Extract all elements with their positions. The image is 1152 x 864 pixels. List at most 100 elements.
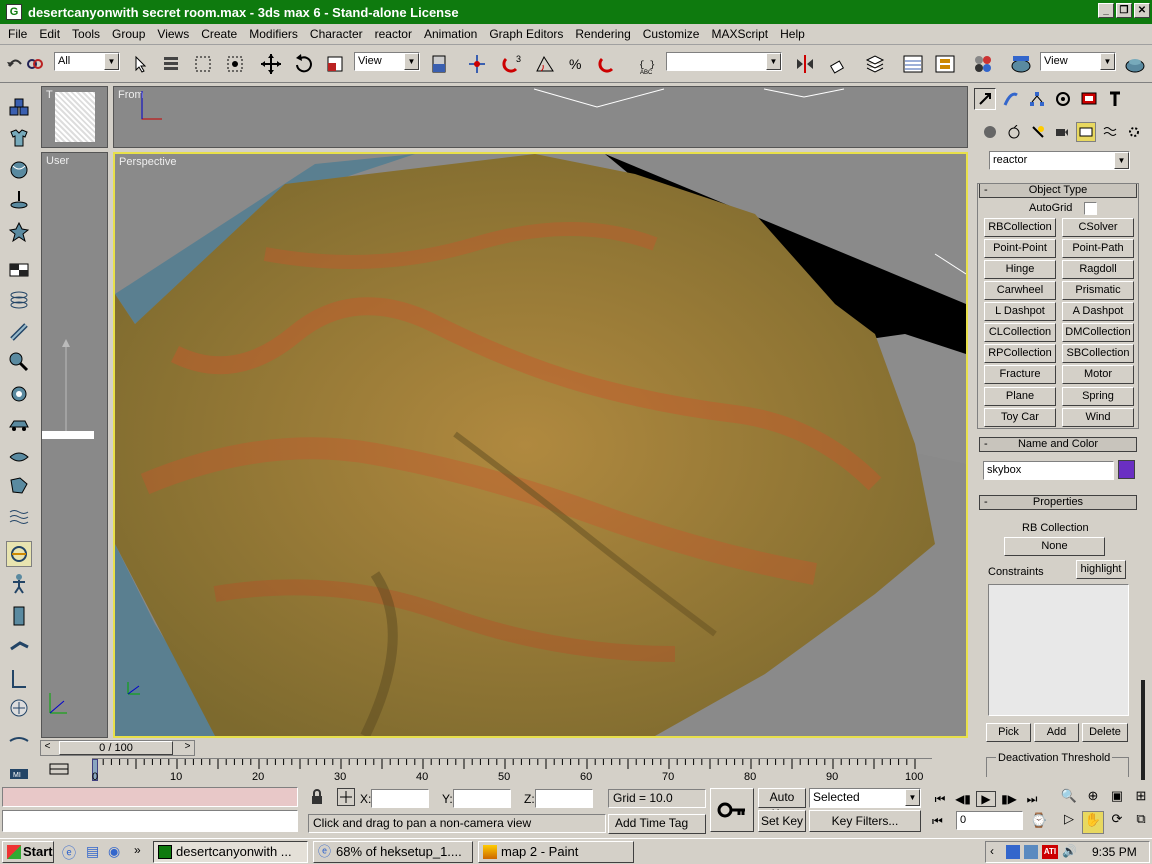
track-bar-toggle-icon[interactable] — [48, 760, 74, 780]
motor-icon[interactable] — [6, 349, 32, 375]
minimize-button[interactable]: _ — [1098, 3, 1114, 18]
analyze-world-icon[interactable] — [6, 727, 32, 753]
y-coord-field[interactable] — [453, 789, 511, 808]
time-config-icon[interactable]: ⌚ — [1030, 812, 1047, 829]
menu-modifiers[interactable]: Modifiers — [243, 27, 304, 41]
previous-frame-icon[interactable]: ◀▮ — [953, 792, 973, 806]
display-tray-icon[interactable] — [1024, 845, 1038, 859]
select-arrow-icon[interactable] — [128, 51, 154, 77]
key-filters-button[interactable]: Key Filters... — [809, 810, 921, 832]
start-button[interactable]: Start — [2, 841, 54, 863]
sbcollection-button[interactable]: SBCollection — [1062, 344, 1134, 363]
space-warps-icon[interactable] — [1100, 122, 1120, 142]
name-color-rollout-header[interactable]: - Name and Color — [979, 437, 1137, 452]
deforming-mesh-icon[interactable] — [6, 219, 32, 245]
fracture-button[interactable]: Fracture — [984, 365, 1056, 384]
x-coord-field[interactable] — [371, 789, 429, 808]
top-viewport[interactable]: T — [41, 86, 108, 148]
point-path-button[interactable]: Point-Path — [1062, 239, 1134, 258]
quicklaunch-more-icon[interactable]: » — [134, 843, 141, 857]
object-type-rollout-header[interactable]: - Object Type — [979, 183, 1137, 198]
cameras-icon[interactable] — [1052, 122, 1072, 142]
properties-rollout-header[interactable]: - Properties — [979, 495, 1137, 510]
shapes-icon[interactable] — [1004, 122, 1024, 142]
preview-animation-icon[interactable] — [6, 695, 32, 721]
maxscript-input[interactable] — [2, 810, 298, 832]
menu-graph-editors[interactable]: Graph Editors — [483, 27, 569, 41]
menu-maxscript[interactable]: MAXScript — [705, 27, 774, 41]
close-button[interactable]: ✕ — [1134, 3, 1150, 18]
time-slider-thumb[interactable]: 0 / 100 — [59, 741, 173, 755]
task-3dsmax[interactable]: desertcanyonwith ... — [153, 841, 308, 863]
layer-manager-icon[interactable] — [862, 51, 888, 77]
wind-icon[interactable] — [6, 381, 32, 407]
utilities-tab-icon[interactable] — [1104, 88, 1126, 110]
selection-filter-dropdown[interactable]: All ▼ — [54, 52, 120, 71]
plane-icon[interactable] — [6, 257, 32, 283]
time-next-icon[interactable]: > — [181, 741, 194, 755]
plane-button[interactable]: Plane — [984, 387, 1056, 406]
prismatic-constraint-icon[interactable] — [6, 633, 32, 659]
time-slider[interactable]: < 0 / 100 > — [40, 740, 195, 756]
volume-tray-icon[interactable]: 🔊 — [1062, 844, 1077, 858]
menu-create[interactable]: Create — [195, 27, 243, 41]
auto-key-button[interactable]: Auto Key — [758, 788, 806, 821]
display-tab-icon[interactable] — [1078, 88, 1100, 110]
geometry-icon[interactable] — [980, 122, 1000, 142]
create-animation-icon[interactable]: MI — [6, 761, 32, 787]
media-quicklaunch-icon[interactable]: ◉ — [108, 843, 120, 860]
toy-car-button[interactable]: Toy Car — [984, 408, 1056, 427]
move-icon[interactable] — [258, 51, 284, 77]
menu-character[interactable]: Character — [304, 27, 369, 41]
clcollection-button[interactable]: CLCollection — [984, 323, 1056, 342]
lights-icon[interactable] — [1028, 122, 1048, 142]
point-point-button[interactable]: Point-Point — [984, 239, 1056, 258]
material-editor-icon[interactable] — [970, 51, 996, 77]
snap-3d-icon[interactable]: 3 — [500, 51, 526, 77]
tray-expand-icon[interactable]: ‹ — [990, 844, 994, 858]
spring-button[interactable]: Spring — [1062, 387, 1134, 406]
rope-collection-icon[interactable] — [6, 187, 32, 213]
menu-views[interactable]: Views — [151, 27, 195, 41]
menu-reactor[interactable]: reactor — [369, 27, 418, 41]
rbcollection-button[interactable]: RBCollection — [984, 218, 1056, 237]
dmcollection-button[interactable]: DMCollection — [1062, 323, 1134, 342]
hierarchy-tab-icon[interactable] — [1026, 88, 1048, 110]
l-dashpot-button[interactable]: L Dashpot — [984, 302, 1056, 321]
spring-icon[interactable] — [6, 287, 32, 313]
rpcollection-button[interactable]: RPCollection — [984, 344, 1056, 363]
align-icon[interactable] — [826, 51, 852, 77]
menu-animation[interactable]: Animation — [418, 27, 483, 41]
z-coord-field[interactable] — [535, 789, 593, 808]
delete-button[interactable]: Delete — [1082, 723, 1128, 742]
hinge-button[interactable]: Hinge — [984, 260, 1056, 279]
panel-scrollbar[interactable] — [1141, 680, 1145, 780]
zoom-extents-all-icon[interactable]: ⊞ — [1130, 788, 1152, 809]
prismatic-button[interactable]: Prismatic — [1062, 281, 1134, 300]
ragdoll-constraint-icon[interactable] — [6, 571, 32, 597]
toy-car-icon[interactable] — [6, 411, 32, 437]
menu-edit[interactable]: Edit — [33, 27, 66, 41]
next-frame-icon[interactable]: ▮▶ — [999, 792, 1019, 806]
ati-tray-icon[interactable]: ATI — [1042, 845, 1058, 859]
maximize-button[interactable]: ❐ — [1116, 3, 1132, 18]
add-button[interactable]: Add — [1034, 723, 1079, 742]
constraints-list[interactable] — [988, 584, 1129, 716]
schematic-view-icon[interactable] — [932, 51, 958, 77]
user-viewport[interactable]: User — [41, 152, 108, 738]
add-time-tag-button[interactable]: Add Time Tag — [608, 814, 706, 834]
link-icon[interactable] — [22, 51, 48, 77]
go-to-start-icon[interactable]: ⏮ — [930, 792, 950, 807]
scale-icon[interactable] — [322, 51, 348, 77]
modify-tab-icon[interactable] — [1000, 88, 1022, 110]
front-viewport[interactable]: From — [113, 86, 968, 148]
edit-named-selection-icon[interactable]: { } ABC — [636, 51, 662, 77]
object-name-field[interactable]: skybox — [983, 461, 1114, 480]
zoom-all-icon[interactable]: ⊕ — [1082, 788, 1104, 809]
play-icon[interactable]: ▶ — [976, 791, 996, 807]
menu-tools[interactable]: Tools — [66, 27, 106, 41]
time-prev-icon[interactable]: < — [41, 741, 54, 755]
rect-selection-icon[interactable] — [190, 51, 216, 77]
motion-tab-icon[interactable] — [1052, 88, 1074, 110]
mirror-icon[interactable] — [792, 51, 818, 77]
